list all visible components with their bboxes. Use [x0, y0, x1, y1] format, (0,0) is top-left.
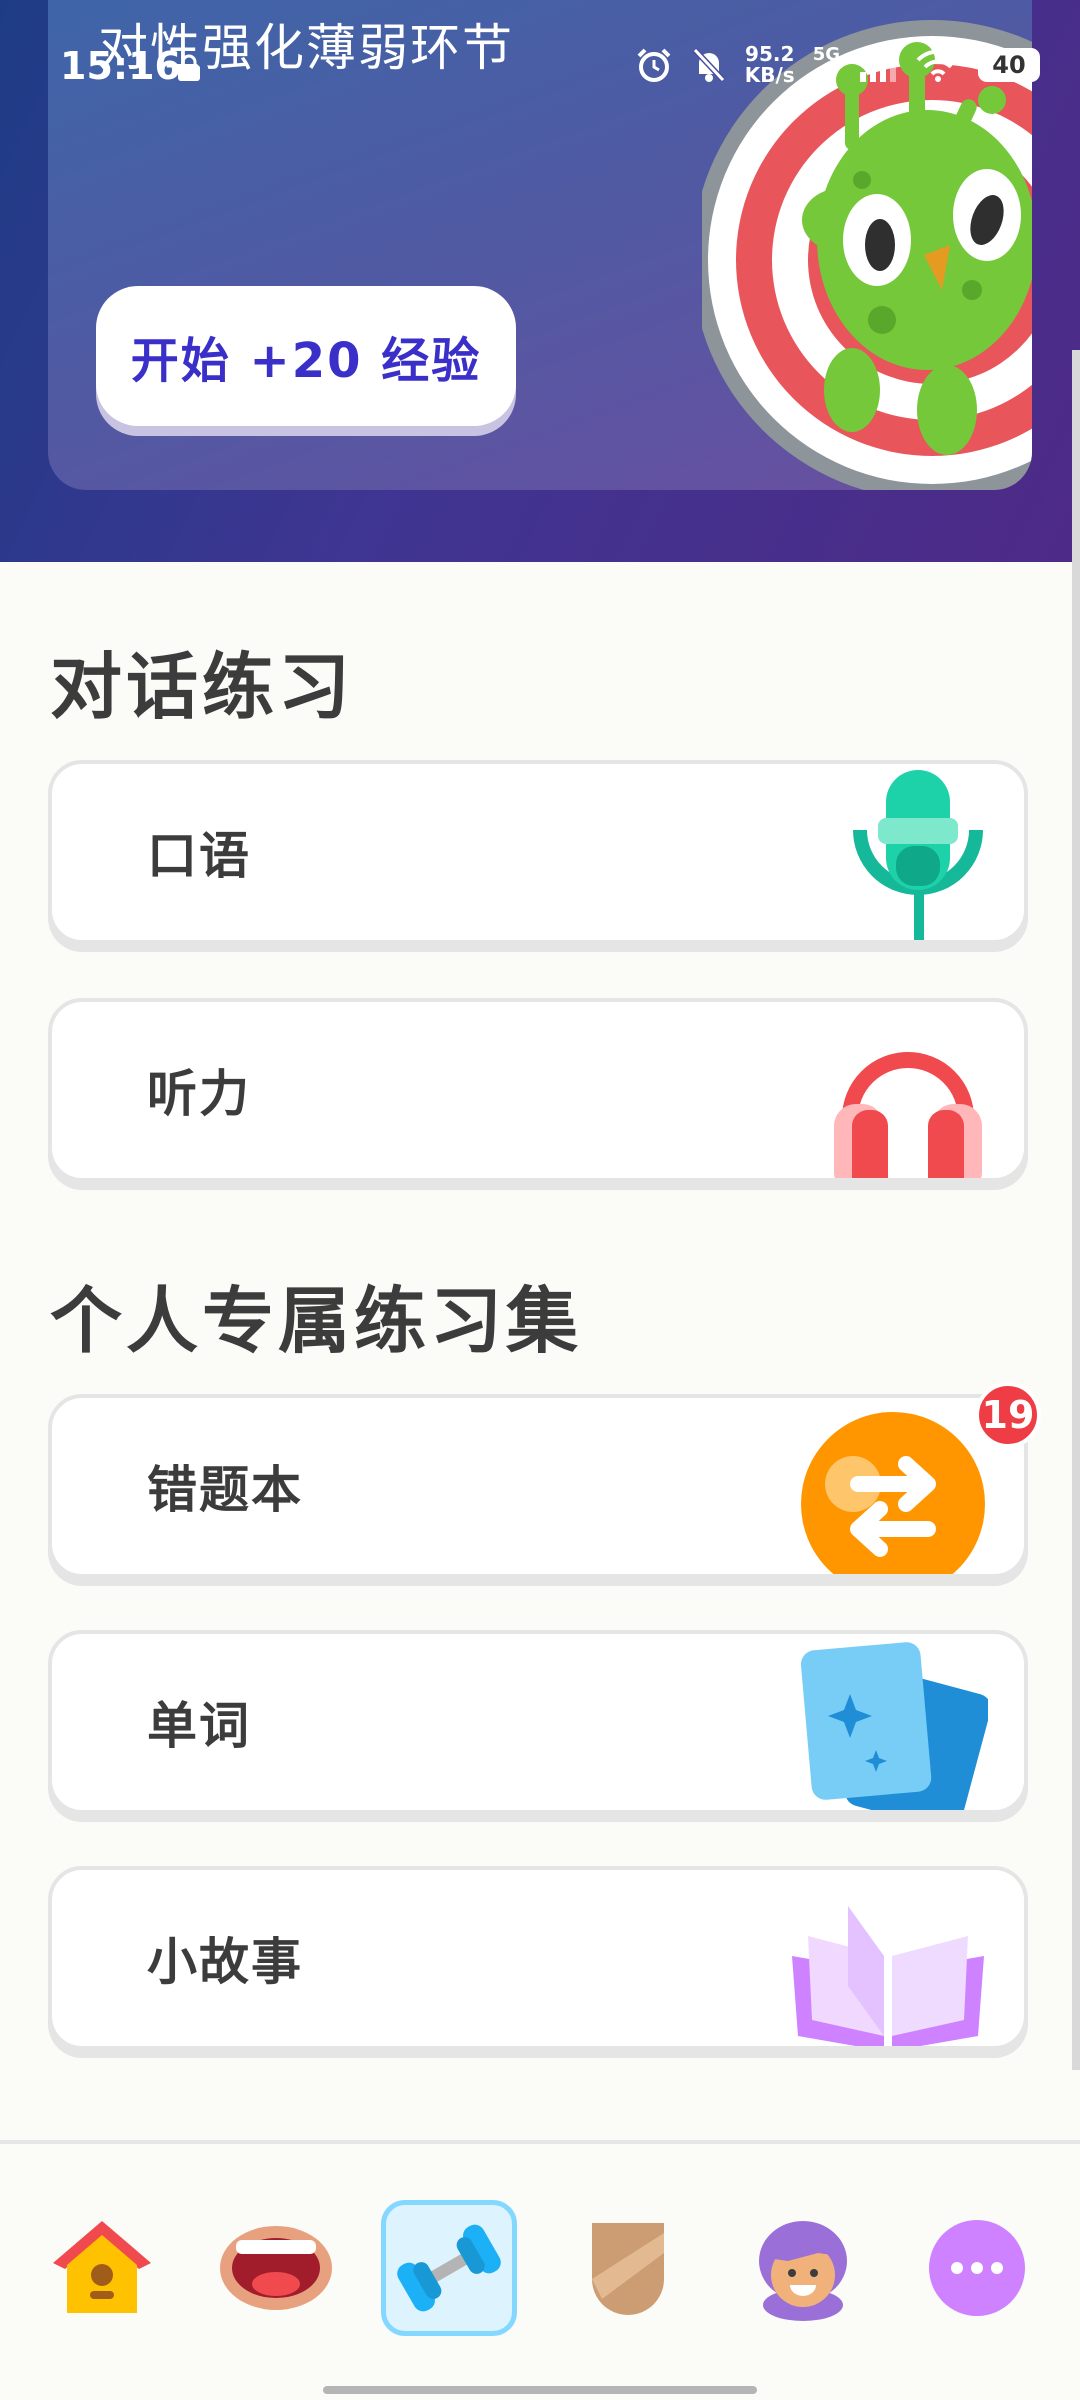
speaking-card[interactable]: 口语: [48, 760, 1028, 944]
network-speed: 95.2 KB/s: [745, 44, 795, 86]
alarm-icon: [637, 48, 671, 82]
headphones-icon: [834, 1052, 982, 1178]
listening-card[interactable]: 听力: [48, 998, 1028, 1182]
birdhouse-icon: [53, 2221, 151, 2313]
more-dots-icon: [929, 2220, 1025, 2316]
scrollbar[interactable]: [1072, 350, 1080, 2070]
nav-home[interactable]: [34, 2200, 170, 2336]
mistakes-count-badge: 19: [975, 1382, 1041, 1448]
stories-label: 小故事: [147, 1933, 303, 1991]
wifi-icon: [916, 49, 960, 82]
nav-practice[interactable]: [381, 2200, 517, 2336]
word-cards-icon: [800, 1642, 988, 1810]
speaking-label: 口语: [147, 827, 251, 885]
listening-label: 听力: [147, 1065, 251, 1123]
home-indicator[interactable]: [323, 2386, 757, 2394]
signal-icon: [860, 50, 896, 82]
mistakes-review-icon: [801, 1412, 985, 1574]
start-button[interactable]: 开始 +20 经验: [96, 286, 516, 426]
conversation-section-title: 对话练习: [50, 645, 355, 729]
status-time: 15:16: [60, 44, 181, 88]
network-generation: 5G: [812, 44, 840, 65]
mistakes-label: 错题本: [147, 1461, 303, 1519]
lock-icon: [178, 54, 200, 81]
nav-profile[interactable]: [735, 2200, 871, 2336]
personal-section-title: 个人专属练习集: [50, 1279, 583, 1363]
story-book-icon: [792, 1906, 984, 2046]
nav-speak[interactable]: [208, 2200, 344, 2336]
bottom-nav: [0, 2144, 1080, 2400]
network-speed-value: 95.2: [745, 42, 795, 66]
avatar-icon: [759, 2221, 847, 2321]
status-icons: 95.2 KB/s 5G 40: [635, 44, 1040, 86]
nav-more[interactable]: [909, 2200, 1045, 2336]
microphone-icon: [853, 770, 983, 940]
network-speed-unit: KB/s: [744, 63, 795, 87]
mouth-icon: [220, 2226, 332, 2310]
shield-icon: [592, 2223, 664, 2315]
status-bar: 15:16 95.2 KB/s 5G 40: [0, 0, 1080, 130]
mute-bell-icon: [692, 47, 725, 83]
words-label: 单词: [147, 1697, 251, 1755]
mistakes-card[interactable]: 错题本: [48, 1394, 1028, 1578]
stories-card[interactable]: 小故事: [48, 1866, 1028, 2050]
dumbbell-icon: [397, 2224, 501, 2312]
nav-leagues[interactable]: [560, 2200, 696, 2336]
words-card[interactable]: 单词: [48, 1630, 1028, 1814]
battery-indicator: 40: [978, 48, 1040, 82]
